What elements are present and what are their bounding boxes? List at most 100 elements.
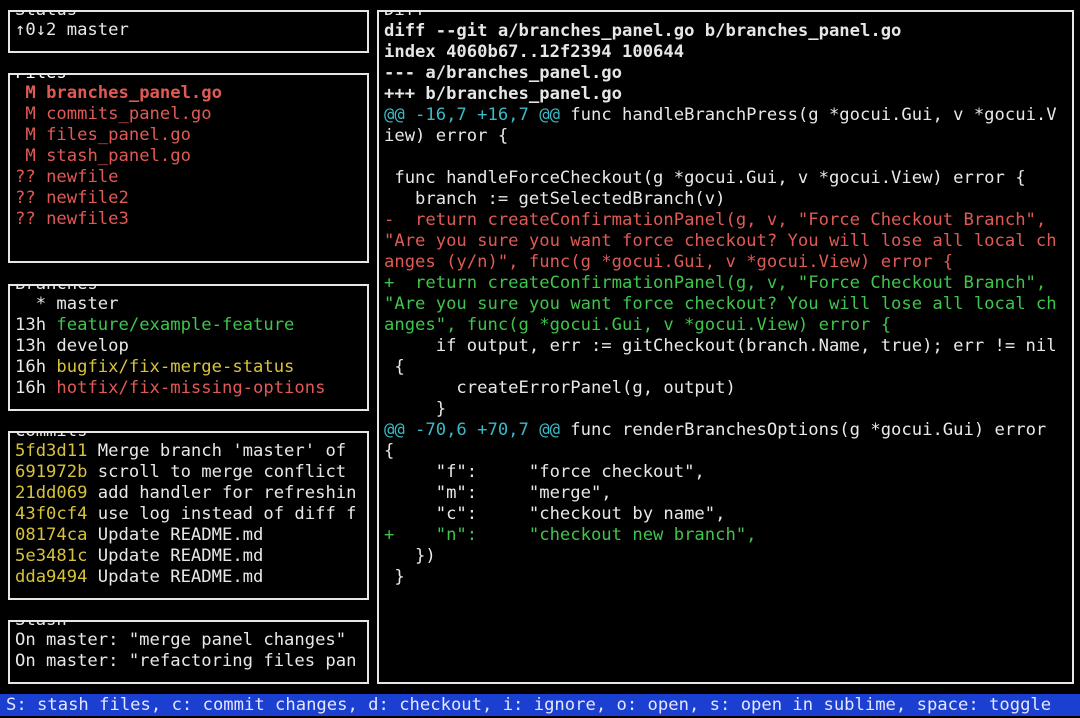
commit-hash: 691972b xyxy=(15,462,88,482)
commit-hash: 5fd3d11 xyxy=(15,441,88,461)
commit-message: Update README.md xyxy=(97,525,264,545)
diff-line-text: } xyxy=(384,399,447,419)
diff-line-header: --- a/branches_panel.go xyxy=(384,63,1070,84)
commit-item[interactable]: 5fd3d11 Merge branch 'master' of xyxy=(15,441,365,462)
branch-item[interactable]: 13h develop xyxy=(15,336,365,357)
diff-line-text: createErrorPanel(g, output) xyxy=(384,378,736,398)
diff-line-context: iew) error { xyxy=(384,126,1070,147)
branch-age: 13h xyxy=(15,336,47,356)
stash-panel[interactable]: Stash On master: "merge panel changes" On… xyxy=(8,620,369,684)
diff-line-text: func handleForceCheckout(g *gocui.Gui, v… xyxy=(384,168,1026,188)
file-name: stash_panel.go xyxy=(46,146,191,166)
branch-name: feature/example-feature xyxy=(56,315,295,335)
branches-panel[interactable]: Branches * master 13h feature/example-fea… xyxy=(8,284,369,411)
diff-line-context: { xyxy=(384,357,1070,378)
diff-line-added: + "n": "checkout new branch", xyxy=(384,525,1070,546)
file-item[interactable]: M branches_panel.go xyxy=(15,83,365,104)
files-panel[interactable]: Files M branches_panel.go M commits_pane… xyxy=(8,73,369,263)
diff-line-context: } xyxy=(384,567,1070,588)
diff-line-context xyxy=(384,147,1070,168)
diff-line-text: { xyxy=(384,357,405,377)
commit-item[interactable]: 08174ca Update README.md xyxy=(15,525,365,546)
diff-line-text: "c": "checkout by name", xyxy=(384,504,726,524)
diff-panel[interactable]: Diff diff --git a/branches_panel.go b/br… xyxy=(377,10,1074,684)
diff-line-text: anges", func(g *gocui.Gui, v *gocui.View… xyxy=(384,315,892,335)
branch-item[interactable]: 16h bugfix/fix-merge-status xyxy=(15,357,365,378)
commit-item[interactable]: 691972b scroll to merge conflict xyxy=(15,462,365,483)
diff-line-text: diff --git a/branches_panel.go b/branche… xyxy=(384,21,902,41)
diff-line-context: func handleForceCheckout(g *gocui.Gui, v… xyxy=(384,168,1070,189)
branch-name: develop xyxy=(56,336,129,356)
diff-line-context: createErrorPanel(g, output) xyxy=(384,378,1070,399)
diff-line-text: + "n": "checkout new branch", xyxy=(384,525,757,545)
file-status-code: M xyxy=(15,104,36,124)
file-status-code: M xyxy=(15,125,36,145)
diff-line-added: + return createConfirmationPanel(g, v, "… xyxy=(384,273,1070,294)
status-text: ↑0↓2 master xyxy=(15,20,129,40)
branch-age: 16h xyxy=(15,378,47,398)
branch-item[interactable]: * master xyxy=(15,294,365,315)
diff-line-text: iew) error { xyxy=(384,126,509,146)
file-item[interactable]: ?? newfile3 xyxy=(15,209,365,230)
diff-line-text: branch := getSelectedBranch(v) xyxy=(384,189,726,209)
diff-line-text: { xyxy=(384,441,395,461)
branch-item[interactable]: 16h hotfix/fix-missing-options xyxy=(15,378,365,399)
diff-line-removed: - return createConfirmationPanel(g, v, "… xyxy=(384,210,1070,231)
diff-line-text: } xyxy=(384,567,405,587)
diff-line-removed: "Are you sure you want force checkout? Y… xyxy=(384,231,1070,252)
stash-item[interactable]: On master: "refactoring files pan xyxy=(15,651,365,672)
diff-line-text: +++ b/branches_panel.go xyxy=(384,84,622,104)
commit-item[interactable]: 21dd069 add handler for refreshin xyxy=(15,483,365,504)
diff-hunk-context: func handleBranchPress(g *gocui.Gui, v *… xyxy=(559,105,1057,125)
diff-line-context: }) xyxy=(384,546,1070,567)
diff-line-added: "Are you sure you want force checkout? Y… xyxy=(384,294,1070,315)
branch-age: 13h xyxy=(15,315,47,335)
file-name: files_panel.go xyxy=(46,125,191,145)
file-status-code: M xyxy=(15,146,36,166)
diff-line-text: }) xyxy=(384,546,436,566)
status-panel-body: ↑0↓2 master xyxy=(15,20,365,51)
diff-line-header: diff --git a/branches_panel.go b/branche… xyxy=(384,21,1070,42)
branch-name: hotfix/fix-missing-options xyxy=(56,378,326,398)
file-status-code: ?? xyxy=(15,209,36,229)
stash-item[interactable]: On master: "merge panel changes" xyxy=(15,630,365,651)
diff-line-hunk: @@ -70,6 +70,7 @@ func renderBranchesOpt… xyxy=(384,420,1070,441)
commit-hash: dda9494 xyxy=(15,567,88,587)
commit-item[interactable]: 5e3481c Update README.md xyxy=(15,546,365,567)
file-item[interactable]: M commits_panel.go xyxy=(15,104,365,125)
file-item[interactable]: ?? newfile xyxy=(15,167,365,188)
status-panel[interactable]: Status ↑0↓2 master xyxy=(8,10,369,53)
commit-hash: 5e3481c xyxy=(15,546,88,566)
commit-message: add handler for refreshin xyxy=(97,483,357,503)
diff-line-text: index 4060b67..12f2394 100644 xyxy=(384,42,685,62)
file-name: branches_panel.go xyxy=(46,83,222,103)
file-name: newfile3 xyxy=(46,209,129,229)
diff-line-context: "m": "merge", xyxy=(384,483,1070,504)
commit-message: scroll to merge conflict xyxy=(97,462,347,482)
branch-item[interactable]: 13h feature/example-feature xyxy=(15,315,365,336)
diff-line-text: - return createConfirmationPanel(g, v, "… xyxy=(384,210,1047,230)
file-item[interactable]: ?? newfile2 xyxy=(15,188,365,209)
commit-message: Update README.md xyxy=(97,546,264,566)
diff-line-text: --- a/branches_panel.go xyxy=(384,63,622,83)
diff-line-text: "Are you sure you want force checkout? Y… xyxy=(384,294,1057,314)
branches-list: * master 13h feature/example-feature 13h d… xyxy=(15,294,365,409)
branch-name: master xyxy=(56,294,119,314)
keybinding-hint-bar: S: stash files, c: commit changes, d: ch… xyxy=(0,694,1080,716)
diff-line-text: "f": "force checkout", xyxy=(384,462,705,482)
diff-line-hunk: @@ -16,7 +16,7 @@ func handleBranchPress… xyxy=(384,105,1070,126)
file-item[interactable]: M stash_panel.go xyxy=(15,146,365,167)
diff-line-header: index 4060b67..12f2394 100644 xyxy=(384,42,1070,63)
commit-item[interactable]: dda9494 Update README.md xyxy=(15,567,365,588)
diff-panel-title: Diff xyxy=(383,12,427,21)
commits-panel[interactable]: Commits 5fd3d11 Merge branch 'master' of… xyxy=(8,431,369,600)
commit-message: use log instead of diff f xyxy=(97,504,357,524)
branch-age: * xyxy=(15,294,47,314)
commit-item[interactable]: 43f0cf4 use log instead of diff f xyxy=(15,504,365,525)
diff-line-context: "f": "force checkout", xyxy=(384,462,1070,483)
commit-hash: 21dd069 xyxy=(15,483,88,503)
file-name: commits_panel.go xyxy=(46,104,212,124)
diff-line-context: if output, err := gitCheckout(branch.Nam… xyxy=(384,336,1070,357)
file-item[interactable]: M files_panel.go xyxy=(15,125,365,146)
commits-list: 5fd3d11 Merge branch 'master' of 691972b … xyxy=(15,441,365,598)
